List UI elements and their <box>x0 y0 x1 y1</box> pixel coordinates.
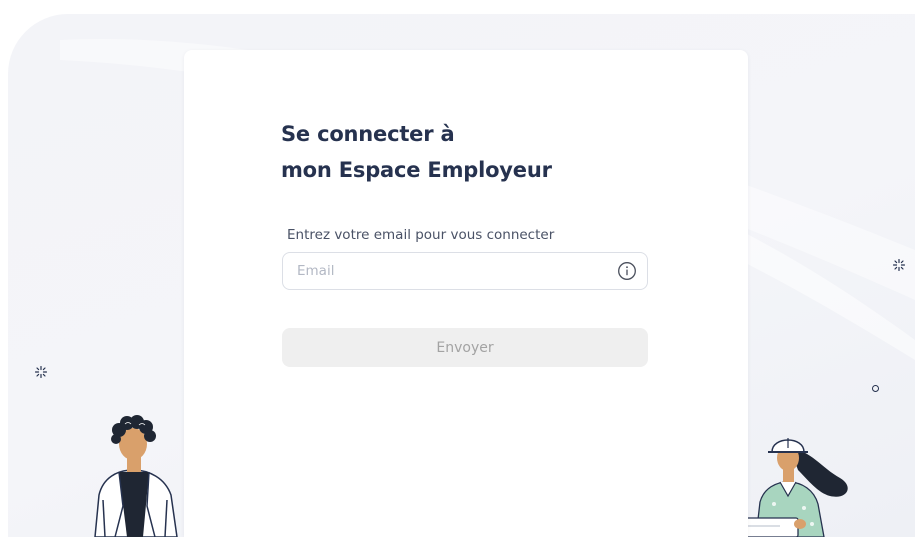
email-label: Entrez votre email pour vous connecter <box>287 227 555 243</box>
man-illustration <box>94 415 178 537</box>
sparkle-icon <box>893 259 905 271</box>
title-line-1: Se connecter à <box>281 122 455 146</box>
submit-button[interactable]: Envoyer <box>282 328 648 367</box>
info-circle-icon[interactable] <box>617 261 637 281</box>
login-card: Se connecter à mon Espace Employeur Entr… <box>184 50 748 537</box>
circle-dot-icon <box>872 385 879 392</box>
page-title: Se connecter à mon Espace Employeur <box>281 116 552 188</box>
email-input[interactable] <box>283 253 617 289</box>
email-field-container <box>282 252 648 290</box>
woman-illustration <box>737 438 848 537</box>
title-line-2: mon Espace Employeur <box>281 158 552 182</box>
sparkle-icon <box>35 366 47 378</box>
